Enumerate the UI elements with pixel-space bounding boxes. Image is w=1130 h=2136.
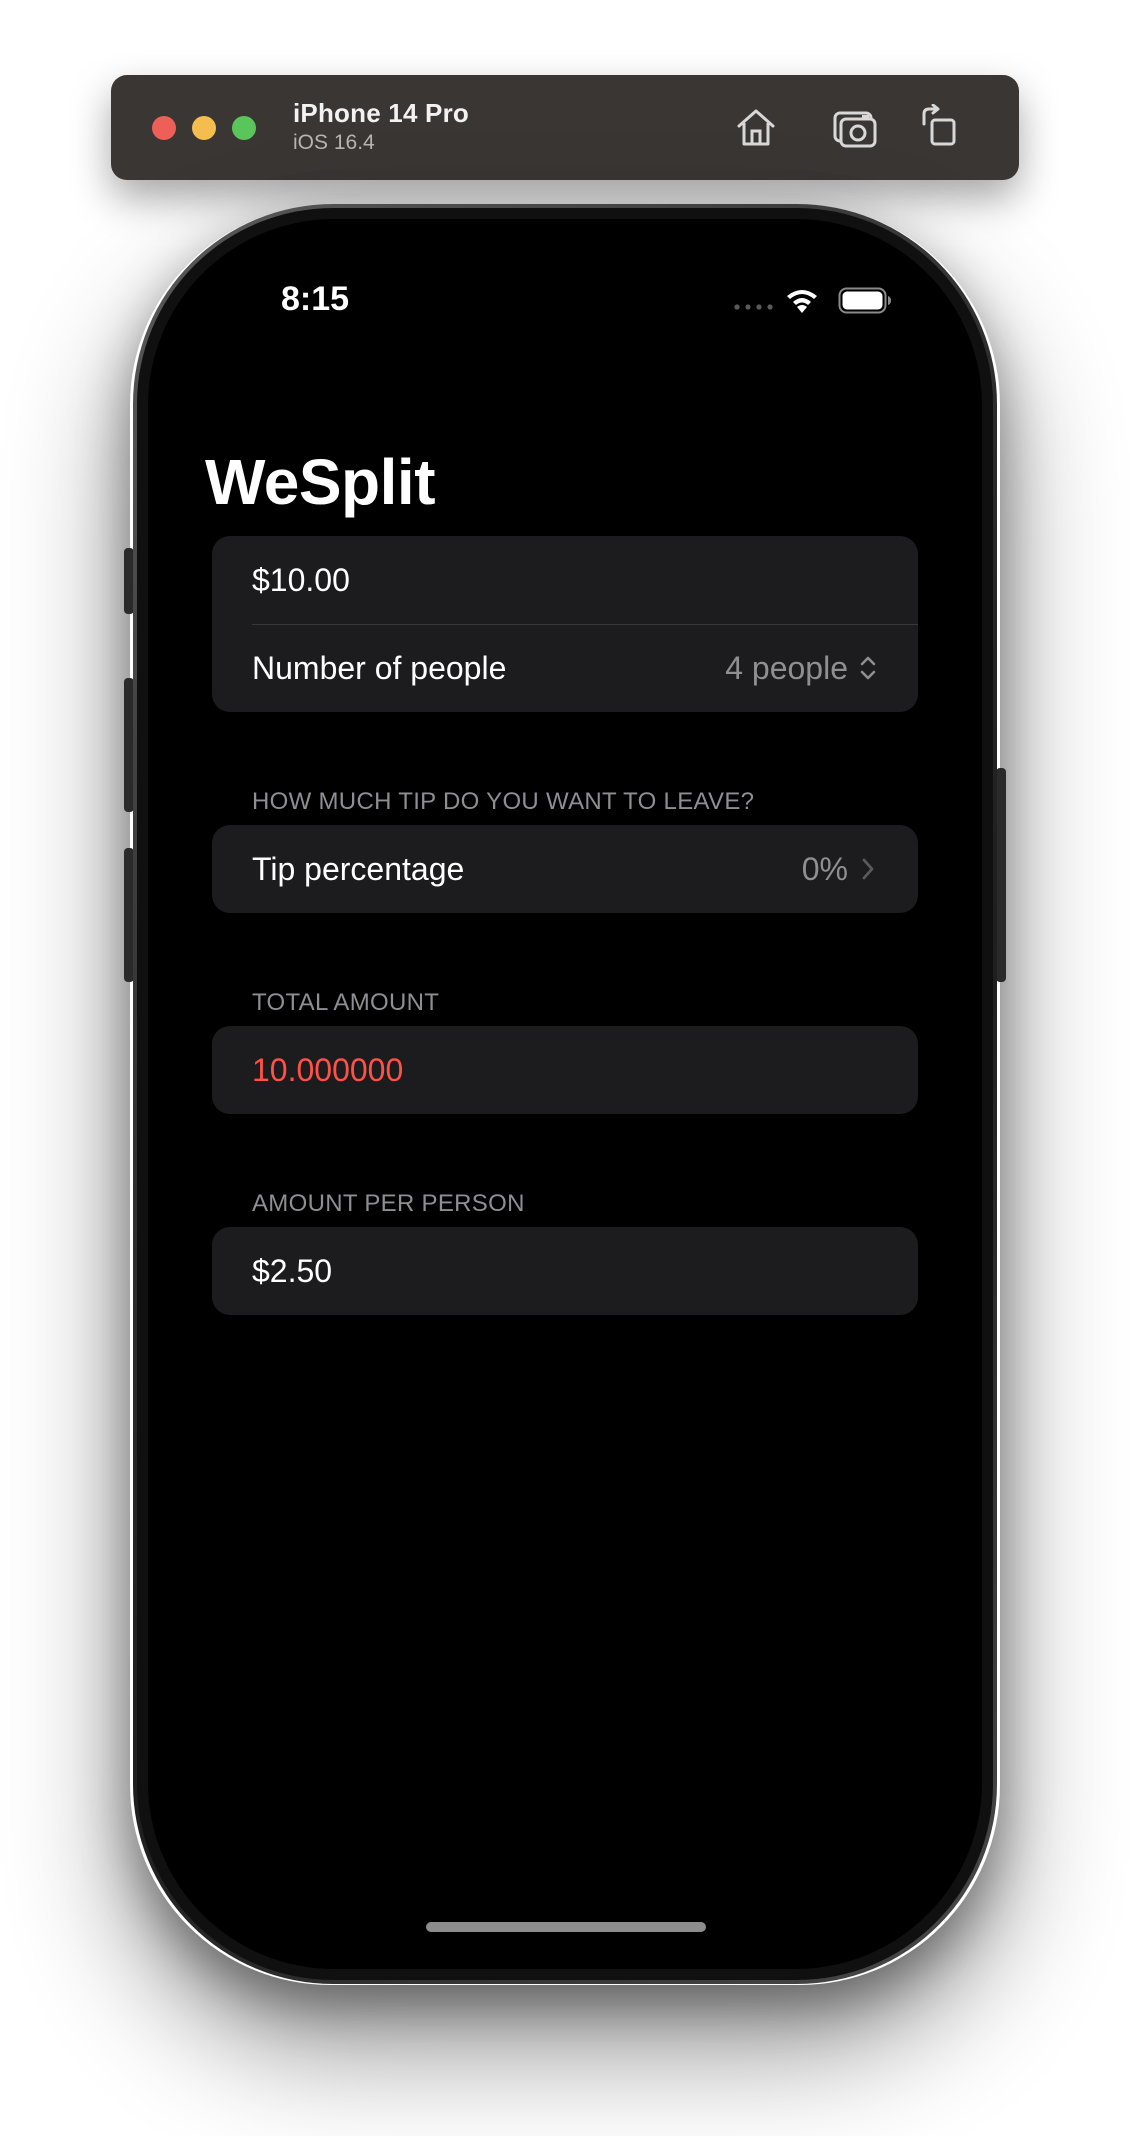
simulator-device-name: iPhone 14 Pro: [293, 98, 469, 128]
wifi-icon: [787, 290, 817, 313]
number-of-people-value-container[interactable]: 4 people: [725, 650, 878, 687]
tip-percentage-row[interactable]: Tip percentage 0%: [212, 825, 918, 913]
tip-section-header: HOW MUCH TIP DO YOU WANT TO LEAVE?: [252, 788, 755, 815]
close-window-button[interactable]: [152, 116, 176, 140]
chevron-up-down-icon: [860, 656, 876, 680]
home-indicator[interactable]: [426, 1922, 706, 1932]
tip-percentage-value-container: 0%: [802, 851, 878, 888]
total-section: 10.000000: [212, 1026, 918, 1114]
phone-screen: 8:15 WeSplit $10.00 Number of people 4 p…: [148, 219, 982, 1969]
minimize-window-button[interactable]: [192, 116, 216, 140]
per-person-section: $2.50: [212, 1227, 918, 1315]
tip-percentage-label: Tip percentage: [252, 850, 465, 887]
tip-section: Tip percentage 0%: [212, 825, 918, 913]
power-button: [996, 768, 1006, 982]
per-person-section-header: AMOUNT PER PERSON: [252, 1190, 525, 1217]
zoom-window-button[interactable]: [232, 116, 256, 140]
rotate-icon[interactable]: [918, 104, 964, 150]
amount-field[interactable]: $10.00: [212, 536, 918, 624]
per-person-value: $2.50: [252, 1252, 333, 1289]
bill-input-section: $10.00 Number of people 4 people: [212, 536, 918, 712]
home-icon[interactable]: [733, 104, 779, 150]
chevron-right-icon: [862, 858, 874, 880]
tip-percentage-value: 0%: [801, 850, 848, 887]
total-amount-value: 10.000000: [252, 1051, 404, 1088]
cellular-signal-icon: [734, 304, 773, 310]
amount-field-value[interactable]: $10.00: [252, 562, 878, 599]
simulator-os-version: iOS 16.4: [293, 131, 375, 154]
screenshot-icon[interactable]: [832, 104, 878, 150]
total-amount-row: 10.000000: [212, 1026, 918, 1114]
status-time: 8:15: [281, 280, 350, 318]
battery-icon: [838, 287, 891, 314]
number-of-people-value: 4 people: [725, 649, 848, 686]
per-person-row: $2.50: [212, 1227, 918, 1315]
number-of-people-picker[interactable]: Number of people 4 people: [212, 624, 918, 712]
total-section-header: TOTAL AMOUNT: [252, 989, 440, 1016]
page-title: WeSplit: [205, 446, 436, 518]
number-of-people-label: Number of people: [252, 649, 507, 686]
